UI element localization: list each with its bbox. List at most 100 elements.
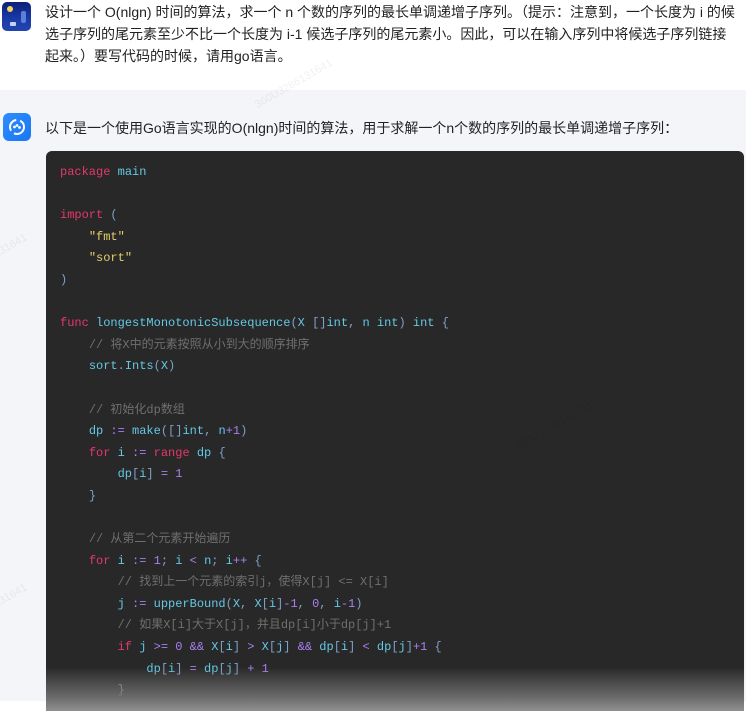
code-token: X: [297, 316, 305, 331]
code-line: dp := make([]int, n+1): [60, 421, 449, 443]
code-line: }: [60, 486, 449, 508]
code-token: [: [261, 596, 269, 611]
code-token: -: [340, 596, 349, 611]
code-line: sort.Ints(X): [60, 356, 449, 378]
code-token: (: [153, 359, 161, 374]
code-token: int: [182, 424, 205, 439]
code-token: package: [60, 165, 111, 179]
code-content: package main import ( "fmt" "sort") func…: [60, 162, 449, 702]
code-token: n: [362, 316, 370, 331]
assistant-intro-text: 以下是一个使用Go语言实现的O(nlgn)时间的算法，用于求解一个n个数的序列的…: [45, 120, 679, 136]
code-token: j: [117, 596, 125, 611]
code-token: i: [117, 445, 125, 460]
code-token: i: [117, 553, 125, 568]
code-token: X: [232, 596, 241, 611]
code-token: int: [376, 316, 399, 331]
code-token: ]: [146, 467, 154, 482]
code-token: 1: [153, 553, 161, 568]
code-line: dp[i] = dp[j] + 1: [60, 659, 449, 681]
code-token: <: [189, 553, 197, 568]
code-token: dp: [146, 661, 161, 676]
user-message: 设计一个 O(nlgn) 时间的算法，求一个 n 个数的序列的最长单调递增子序列…: [0, 0, 746, 90]
code-line: for i := range dp {: [60, 443, 449, 465]
code-line: // 将X中的元素按照从小到大的顺序排序: [60, 335, 449, 357]
code-token: (: [290, 316, 298, 331]
code-line: // 初始化dp数组: [60, 400, 449, 422]
code-token: ): [240, 424, 248, 439]
code-line: for i := 1; i < n; i++ {: [60, 551, 449, 573]
code-token: longestMonotonicSubsequence: [96, 316, 291, 331]
code-token: (: [110, 208, 118, 223]
code-token: range: [153, 445, 190, 460]
user-message-text: 设计一个 O(nlgn) 时间的算法，求一个 n 个数的序列的最长单调递增子序列…: [45, 4, 735, 64]
code-line: dp[i] = 1: [60, 464, 449, 486]
code-line: // 从第二个元素开始遍历: [60, 529, 449, 551]
code-token: main: [117, 165, 147, 179]
code-token: ): [355, 596, 363, 611]
code-block: package main import ( "fmt" "sort") func…: [46, 151, 744, 711]
code-line: func longestMonotonicSubsequence(X []int…: [60, 313, 449, 335]
code-token: // 找到上一个元素的索引j，使得X[j] <= X[i]: [117, 575, 389, 590]
code-token: dp: [204, 661, 219, 676]
code-token: {: [254, 553, 262, 568]
code-token: ]: [232, 640, 241, 655]
code-token: {: [441, 316, 449, 331]
code-token: i: [268, 596, 277, 611]
code-token: ([]: [160, 424, 183, 439]
code-token: ): [398, 316, 406, 331]
code-token: &&: [189, 640, 205, 655]
code-token: "sort": [88, 251, 133, 266]
code-token: 1: [175, 467, 183, 482]
code-token: int: [326, 316, 349, 331]
code-line: j := upperBound(X, X[i]-1, 0, i-1): [60, 594, 449, 616]
code-token: for: [88, 553, 111, 568]
code-token: ;: [160, 553, 169, 568]
code-token: j: [225, 661, 233, 676]
code-token: +: [225, 424, 233, 439]
code-line: "sort": [60, 248, 449, 270]
code-token: 1: [261, 661, 269, 676]
code-token: {: [218, 445, 226, 460]
code-token: for: [88, 445, 111, 460]
code-token: 1: [290, 596, 298, 611]
code-line: ): [60, 270, 449, 292]
code-token: :=: [110, 424, 125, 439]
assistant-avatar: [3, 113, 31, 141]
code-token: i: [225, 640, 233, 655]
code-token: .: [117, 359, 125, 374]
code-token: &&: [297, 640, 313, 655]
assistant-message: 以下是一个使用Go语言实现的O(nlgn)时间的算法，用于求解一个n个数的序列的…: [0, 90, 746, 711]
code-token: "fmt": [88, 229, 125, 244]
code-token: dp: [376, 640, 392, 655]
code-token: X: [261, 640, 269, 655]
assistant-logo-icon: [9, 119, 25, 135]
code-line: if j >= 0 && X[i] > X[j] && dp[i] < dp[j…: [60, 637, 449, 659]
code-token: ]: [405, 640, 413, 655]
